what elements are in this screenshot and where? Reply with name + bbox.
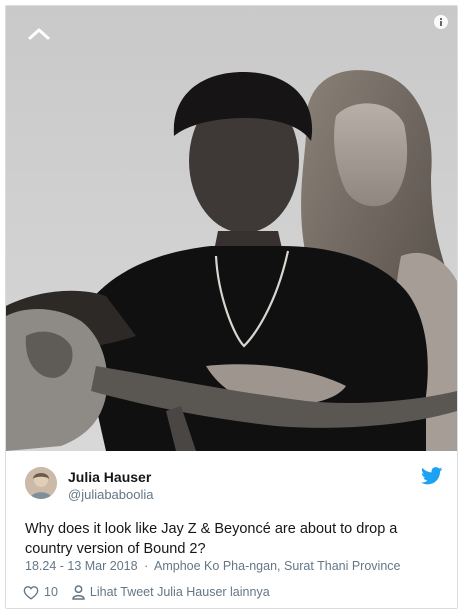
tweet-meta: 18.24 - 13 Mar 2018 · Amphoe Ko Pha-ngan… <box>25 559 400 573</box>
photo-image <box>6 6 457 451</box>
avatar-image <box>25 467 57 499</box>
tweet-location[interactable]: Amphoe Ko Pha-ngan, Surat Thani Province <box>154 559 400 573</box>
more-tweets-label: Lihat Tweet Julia Hauser lainnya <box>89 585 270 599</box>
chevron-up-icon <box>28 28 50 40</box>
tweet-body: Julia Hauser @juliababoolia Why does it … <box>6 451 457 608</box>
collapse-media-button[interactable] <box>24 24 54 44</box>
tweet-embed-card: Julia Hauser @juliababoolia Why does it … <box>5 5 458 609</box>
person-icon <box>72 584 85 600</box>
tweet-actions: 10 Lihat Tweet Julia Hauser lainnya <box>23 583 270 601</box>
author-handle[interactable]: @juliababoolia <box>68 487 153 502</box>
tweet-text: Why does it look like Jay Z & Beyoncé ar… <box>25 521 398 557</box>
author-name[interactable]: Julia Hauser <box>68 469 151 485</box>
heart-icon <box>23 585 39 600</box>
avatar[interactable] <box>25 467 57 499</box>
info-button[interactable] <box>433 14 449 30</box>
twitter-bird-icon[interactable] <box>421 467 443 485</box>
meta-separator: · <box>144 559 149 573</box>
tweet-photo[interactable] <box>6 6 457 451</box>
more-tweets-link[interactable]: Lihat Tweet Julia Hauser lainnya <box>72 584 270 600</box>
like-count: 10 <box>44 585 58 599</box>
info-icon <box>434 15 448 29</box>
like-button[interactable]: 10 <box>23 585 58 600</box>
tweet-timestamp[interactable]: 18.24 - 13 Mar 2018 <box>25 559 138 573</box>
